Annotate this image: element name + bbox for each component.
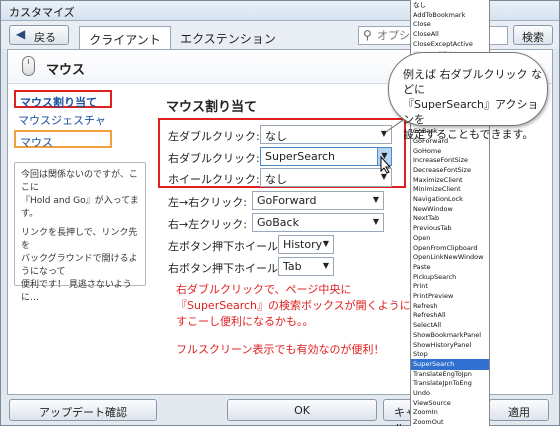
callout-text: 例えば 右ダブルクリック などに 『SuperSearch』アクションを 設定す… [403, 67, 547, 142]
sidebar: マウス割り当て マウスジェスチャ マウス 今回は関係ないのですが、ここに 『Ho… [12, 88, 152, 388]
callout-line: 設定することもできます。 [403, 128, 534, 141]
mouse-icon [22, 56, 35, 76]
tab-extension[interactable]: エクステンション [173, 26, 283, 50]
search-button[interactable]: 検索 [513, 25, 553, 45]
row-label-wheel-click: ホイールクリック: [168, 173, 260, 186]
chevron-down-icon: ▼ [322, 261, 329, 270]
mouse-cursor-icon [380, 156, 392, 174]
select-value: GoForward [257, 194, 317, 207]
select-value: なし [265, 130, 287, 143]
row-label-right-double: 右ダブルクリック: [168, 152, 260, 165]
red-note-spacer [176, 330, 443, 342]
callout-line: 『SuperSearch』アクションを [403, 98, 539, 126]
back-arrow-icon: ◀ [16, 27, 26, 41]
row-label-right-wheel: 右ボタン押下ホイール: [168, 262, 282, 275]
red-note-line: すこーし便利になるかも。。 [176, 315, 314, 328]
window-title: カスタマイズ [9, 6, 75, 19]
back-button-label: 戻る [34, 31, 56, 44]
select-value: なし [265, 173, 287, 186]
red-note-line: 『SuperSearch』の検索ボックスが開くようになって [176, 299, 444, 312]
select-value: SuperSearch [265, 150, 336, 163]
row-label-left-right: 左→右クリック: [168, 196, 247, 209]
ok-button[interactable]: OK [227, 399, 377, 421]
tab-client[interactable]: クライアント [79, 26, 171, 50]
dropdown-option[interactable]: ZoomOut [411, 417, 489, 426]
select-right-wheel[interactable]: Tab ▼ [278, 257, 334, 276]
red-note-line: フルスクリーン表示でも有効なのが便利！ [176, 343, 385, 356]
note-line: 今回は関係ないのですが、ここに [21, 170, 138, 193]
select-right-double[interactable]: SuperSearch ▼ [260, 147, 392, 166]
search-icon: ⚲ [363, 28, 372, 42]
note-line: リンクを長押しで、リンク先を [21, 228, 138, 251]
apply-button[interactable]: 適用 [489, 399, 549, 421]
note-line: 便利です！ 見逃さないように… [21, 280, 132, 303]
select-left-wheel[interactable]: History ▼ [278, 235, 334, 254]
select-left-right[interactable]: GoForward ▼ [252, 191, 384, 210]
select-value: History [283, 238, 323, 251]
note-line: 『Hold and Go』が入ってます。 [21, 196, 139, 219]
callout-line: 例えば 右ダブルクリック などに [403, 68, 542, 96]
select-left-double[interactable]: なし ▼ [260, 125, 392, 144]
section-title: マウス割り当て [166, 100, 258, 115]
chevron-down-icon: ▼ [322, 239, 329, 248]
sidebar-item-mouse[interactable]: マウス [14, 130, 112, 149]
update-check-button[interactable]: アップデート確認 [9, 399, 157, 421]
row-label-right-left: 右→左クリック: [168, 218, 247, 231]
red-note-line: 右ダブルクリックで、ページ中央に [176, 283, 352, 296]
row-label-left-wheel: 左ボタン押下ホイール: [168, 240, 282, 253]
select-wheel-click[interactable]: なし ▼ [260, 168, 392, 187]
hold-and-go-note: 今回は関係ないのですが、ここに 『Hold and Go』が入ってます。 リンク… [14, 162, 146, 303]
note-line: バックグラウンドで開けるようになって [21, 254, 138, 277]
select-right-left[interactable]: GoBack ▼ [252, 213, 384, 232]
chevron-down-icon: ▼ [372, 217, 379, 226]
row-label-left-double: 左ダブルクリック: [168, 130, 260, 143]
sidebar-item-mouse-assign[interactable]: マウス割り当て [14, 90, 112, 109]
sidebar-item-mouse-gesture[interactable]: マウスジェスチャ [14, 110, 112, 128]
select-value: Tab [283, 260, 302, 273]
select-value: GoBack [257, 216, 299, 229]
tip-callout: 例えば 右ダブルクリック などに 『SuperSearch』アクションを 設定す… [388, 52, 548, 141]
page-title: マウス [46, 63, 86, 78]
chevron-down-icon: ▼ [372, 195, 379, 204]
back-button[interactable]: ◀ 戻る [9, 25, 69, 45]
red-annotation: 右ダブルクリックで、ページ中央に 『SuperSearch』の検索ボックスが開く… [176, 282, 443, 358]
